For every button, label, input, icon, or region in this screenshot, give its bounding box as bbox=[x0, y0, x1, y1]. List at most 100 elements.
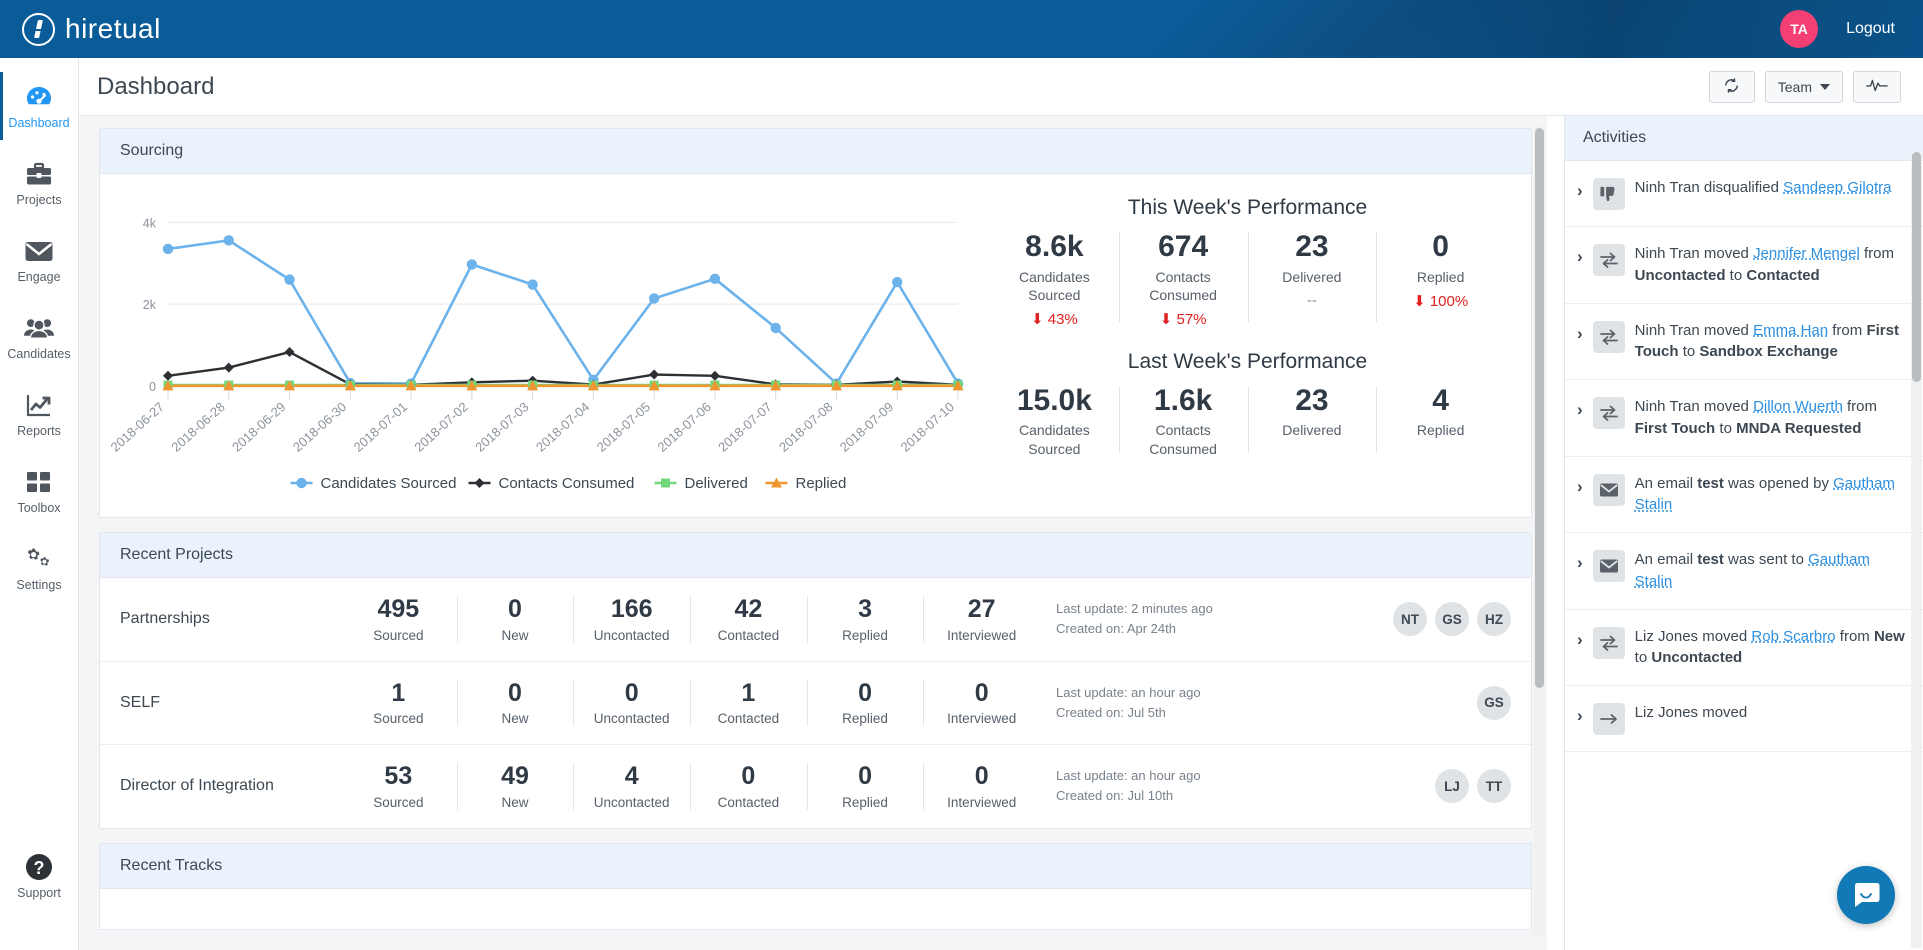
stage-name: Contacted bbox=[1746, 266, 1820, 284]
chevron-right-icon[interactable]: › bbox=[1577, 177, 1583, 201]
activity-item[interactable]: › An email test was opened by Gautham Sta… bbox=[1565, 457, 1923, 533]
sidebar-item-projects[interactable]: Projects bbox=[0, 149, 79, 217]
candidate-link[interactable]: Jennifer Mengel bbox=[1753, 245, 1860, 262]
sidebar-item-engage[interactable]: Engage bbox=[0, 226, 79, 294]
stat-label: Replied bbox=[842, 794, 888, 810]
stat-new: 0 New bbox=[456, 679, 574, 726]
activities-scrollbar[interactable] bbox=[1911, 152, 1922, 948]
recent-tracks-title: Recent Tracks bbox=[100, 843, 1531, 889]
sidebar-item-support[interactable]: ? Support bbox=[0, 842, 79, 910]
stat-label: Sourced bbox=[373, 627, 424, 643]
activity-text-fragment: An email bbox=[1634, 474, 1698, 492]
stat-uncontacted: 166 Uncontacted bbox=[573, 595, 690, 643]
project-meta: Last update: an hour ago Created on: Jul … bbox=[1056, 766, 1256, 806]
svg-text:Delivered: Delivered bbox=[685, 475, 748, 492]
chevron-right-icon[interactable]: › bbox=[1577, 243, 1583, 267]
stat-candidates-sourced: 8.6k Candidates Sourced ⬇ 43% bbox=[990, 230, 1119, 328]
sourcing-body: 0 2k 4k 2018-06-27 2018-06-28 2018-06-29 2018-… bbox=[100, 174, 1531, 517]
chat-bubble-icon[interactable] bbox=[1837, 866, 1895, 924]
chevron-right-icon[interactable]: › bbox=[1577, 702, 1583, 726]
user-avatar[interactable]: TA bbox=[1780, 10, 1819, 48]
sidebar-item-candidates[interactable]: Candidates bbox=[0, 303, 79, 371]
activity-text-fragment: Ninh Tran disqualified bbox=[1634, 179, 1784, 196]
avatar[interactable]: GS bbox=[1477, 685, 1511, 720]
refresh-button[interactable] bbox=[1708, 70, 1755, 103]
stat-value: 0 bbox=[1432, 230, 1449, 263]
created-on-text: Created on: Jul 10th bbox=[1056, 788, 1174, 804]
stat-value: 1 bbox=[741, 678, 756, 707]
stat-interviewed: 27 Interviewed bbox=[923, 595, 1040, 643]
avatar[interactable]: TT bbox=[1477, 769, 1511, 804]
activity-item[interactable]: › An email test was sent to Gautham Stali… bbox=[1565, 533, 1923, 610]
stat-value: 4 bbox=[624, 762, 639, 790]
stat-interviewed: 0 Interviewed bbox=[923, 762, 1040, 810]
stat-label: Contacted bbox=[717, 627, 780, 643]
activities-scrollbar-thumb[interactable] bbox=[1912, 152, 1921, 382]
activity-item[interactable]: › Ninh Tran moved Jennifer Mengel from Un… bbox=[1565, 227, 1923, 304]
activity-item[interactable]: › Ninh Tran disqualified Sandeep Gilotra bbox=[1565, 161, 1923, 227]
chevron-right-icon[interactable]: › bbox=[1577, 626, 1583, 650]
briefcase-icon bbox=[24, 160, 54, 188]
stage-name: Sandbox Exchange bbox=[1699, 343, 1838, 361]
team-dropdown-button[interactable]: Team bbox=[1764, 70, 1843, 103]
content-scrollbar-thumb[interactable] bbox=[1535, 128, 1544, 688]
chevron-right-icon[interactable]: › bbox=[1577, 396, 1583, 420]
table-row[interactable]: Partnerships 495 Sourced 0 New 166 Uncontacted… bbox=[100, 578, 1531, 662]
activities-title: Activities bbox=[1565, 116, 1923, 161]
performance-panel: This Week's Performance 8.6k Candidates … bbox=[980, 184, 1531, 509]
stat-replied: 0 Replied ⬇ 100% bbox=[1376, 230, 1505, 328]
activity-text: Liz Jones moved Rob Scarbro from New to … bbox=[1635, 626, 1907, 670]
activity-text-fragment: Liz Jones moved bbox=[1634, 704, 1748, 721]
sidebar-nav: Dashboard Projects Engage Candidates Rep bbox=[0, 58, 79, 950]
sidebar-item-label: Settings bbox=[16, 578, 62, 592]
project-stats: 495 Sourced 0 New 166 Uncontacted 42 Contacted 3… bbox=[340, 595, 1040, 643]
project-meta: Last update: an hour ago Created on: Jul … bbox=[1056, 683, 1256, 723]
activity-text-fragment: Ninh Tran moved bbox=[1634, 321, 1754, 339]
activity-item[interactable]: › Ninh Tran moved Emma Han from First Tou… bbox=[1565, 304, 1923, 380]
avatar[interactable]: GS bbox=[1435, 602, 1469, 637]
hiretual-logo-icon bbox=[22, 12, 55, 46]
avatar[interactable]: LJ bbox=[1435, 769, 1469, 804]
brand-logo[interactable]: hiretual bbox=[22, 12, 161, 46]
table-row[interactable]: Director of Integration 53 Sourced 49 New 4 Un… bbox=[100, 745, 1531, 828]
sidebar-item-reports[interactable]: Reports bbox=[0, 380, 79, 448]
sidebar-item-dashboard[interactable]: Dashboard bbox=[0, 72, 79, 140]
activity-item[interactable]: › Liz Jones moved bbox=[1565, 686, 1923, 752]
sidebar-item-label: Support bbox=[17, 886, 61, 900]
candidate-link[interactable]: Emma Han bbox=[1753, 322, 1828, 339]
sidebar-item-toolbox[interactable]: Toolbox bbox=[0, 457, 79, 525]
stat-value: 0 bbox=[858, 678, 872, 707]
stat-contacts-consumed-last: 1.6k Contacts Consumed bbox=[1118, 384, 1248, 458]
candidate-link[interactable]: Sandeep Gilotra bbox=[1783, 179, 1891, 196]
project-meta: Last update: 2 minutes ago Created on: Ap… bbox=[1056, 599, 1256, 639]
table-row[interactable]: SELF 1 Sourced 0 New 0 Uncontacted 1 Contacted 0 R… bbox=[100, 662, 1531, 745]
avatar[interactable]: HZ bbox=[1477, 602, 1511, 637]
gears-icon bbox=[24, 545, 54, 573]
chevron-right-icon[interactable]: › bbox=[1577, 473, 1583, 497]
avatar[interactable]: NT bbox=[1393, 602, 1427, 637]
activity-item[interactable]: › Liz Jones moved Rob Scarbro from New to… bbox=[1565, 610, 1923, 686]
stat-delta: ⬇ 100% bbox=[1413, 292, 1469, 310]
chevron-right-icon[interactable]: › bbox=[1577, 549, 1583, 573]
activity-text: Ninh Tran moved Jennifer Mengel from Unc… bbox=[1635, 243, 1907, 287]
stat-label: New bbox=[501, 711, 529, 726]
topbar-right-group: TA Logout bbox=[1780, 10, 1895, 48]
sourcing-card: Sourcing 0 2k 4k 2018-06-27 2018-06-28 2018-0… bbox=[99, 128, 1532, 518]
chevron-right-icon[interactable]: › bbox=[1577, 320, 1583, 344]
svg-text:2k: 2k bbox=[143, 298, 157, 312]
brand-name: hiretual bbox=[65, 13, 161, 44]
stat-value: 1 bbox=[391, 678, 406, 707]
activity-text-fragment: was sent to bbox=[1723, 551, 1809, 568]
activity-item[interactable]: › Ninh Tran moved Dillon Wuerth from Firs… bbox=[1565, 380, 1923, 457]
activity-text-fragment: from bbox=[1842, 398, 1877, 415]
created-on-text: Created on: Apr 24th bbox=[1056, 621, 1176, 637]
candidate-link[interactable]: Dillon Wuerth bbox=[1753, 398, 1843, 415]
sidebar-item-settings[interactable]: Settings bbox=[0, 534, 79, 602]
content-scrollbar[interactable] bbox=[1534, 126, 1545, 936]
stat-label: Contacted bbox=[717, 711, 780, 726]
activity-pulse-button[interactable] bbox=[1853, 70, 1901, 103]
stat-label: Interviewed bbox=[947, 627, 1017, 643]
candidate-link[interactable]: Rob Scarbro bbox=[1751, 628, 1835, 645]
logout-button[interactable]: Logout bbox=[1846, 20, 1895, 38]
svg-text:2018-06-27: 2018-06-27 bbox=[108, 399, 167, 455]
